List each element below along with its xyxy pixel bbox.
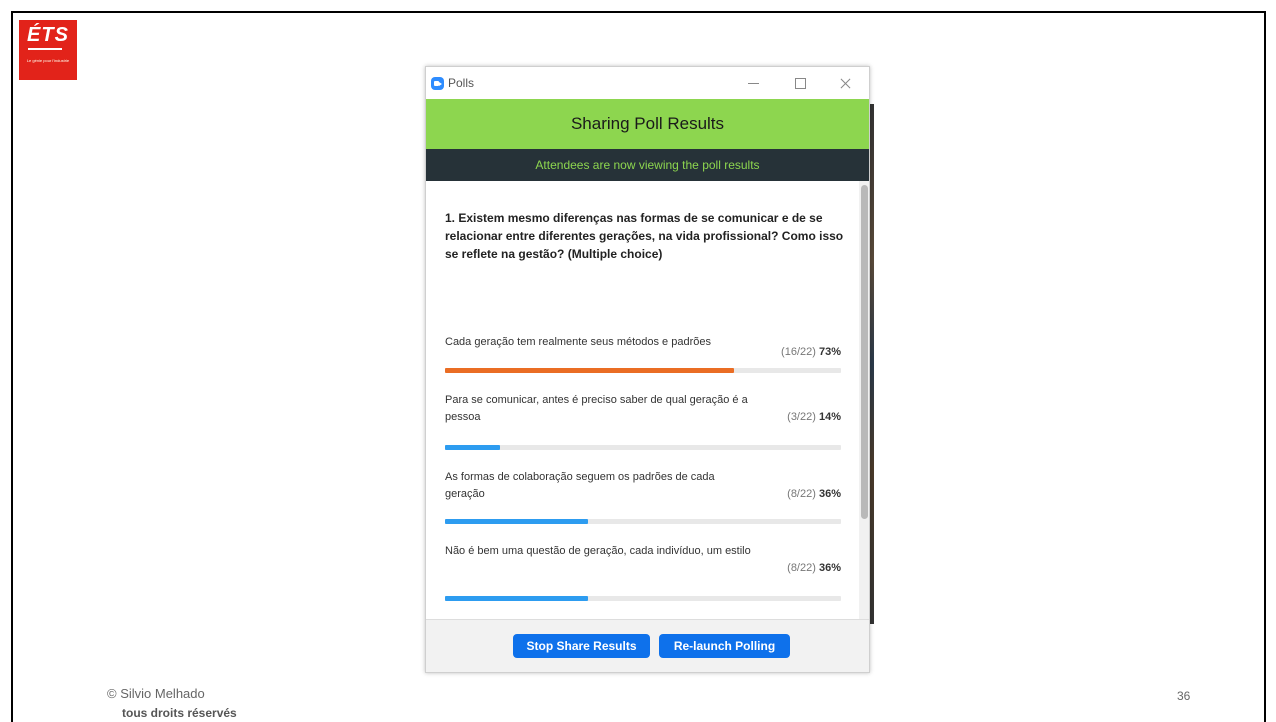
option-stat: (8/22) 36% xyxy=(787,488,841,500)
minimize-icon[interactable] xyxy=(743,73,765,93)
option-count: (3/22) xyxy=(787,411,816,423)
poll-status-banner: Attendees are now viewing the poll resul… xyxy=(426,149,869,181)
window-title: Polls xyxy=(448,76,475,90)
relaunch-polling-button[interactable]: Re-launch Polling xyxy=(659,634,790,658)
polls-window: Polls Sharing Poll Results Attendees are… xyxy=(425,66,870,673)
zoom-app-icon xyxy=(431,77,444,90)
option-percent: 73% xyxy=(818,346,841,358)
option-stat: (8/22) 36% xyxy=(787,562,841,574)
option-percent: 14% xyxy=(818,411,841,423)
option-count: (16/22) xyxy=(781,346,816,358)
option-label: As formas de colaboração seguem os padrõ… xyxy=(445,471,715,500)
poll-results-content: 1. Existem mesmo diferenças nas formas d… xyxy=(426,181,869,619)
poll-header: Sharing Poll Results xyxy=(426,99,869,149)
page-number: 36 xyxy=(1177,689,1191,703)
result-bar-fill xyxy=(445,445,501,450)
result-bar-track xyxy=(445,445,841,450)
rights-text: tous droits réservés xyxy=(122,706,237,720)
poll-question: 1. Existem mesmo diferenças nas formas d… xyxy=(445,211,844,261)
option-percent: 36% xyxy=(818,488,841,500)
result-bar-fill xyxy=(445,368,735,373)
copyright-text: © Silvio Melhado xyxy=(107,686,205,701)
result-bar-track xyxy=(445,596,841,601)
stop-share-results-button[interactable]: Stop Share Results xyxy=(513,634,650,658)
slide-border-top xyxy=(11,11,1265,13)
logo-text: ÉTS xyxy=(27,24,69,46)
result-bar-fill xyxy=(445,596,588,601)
option-stat: (3/22) 14% xyxy=(787,411,841,423)
presentation-slide: ÉTS Le génie pour l'industrie Polls Shar… xyxy=(0,0,1276,722)
result-bar-track xyxy=(445,519,841,524)
close-icon[interactable] xyxy=(835,73,857,93)
ets-logo: ÉTS Le génie pour l'industrie xyxy=(19,20,77,80)
result-bar-fill xyxy=(445,519,588,524)
option-percent: 36% xyxy=(818,562,841,574)
slide-border-left xyxy=(11,11,13,722)
slide-border-right xyxy=(1264,11,1266,722)
option-label: Para se comunicar, antes é preciso saber… xyxy=(445,394,748,423)
scrollbar-thumb[interactable] xyxy=(861,185,868,519)
poll-status-text: Attendees are now viewing the poll resul… xyxy=(535,158,760,172)
logo-tagline: Le génie pour l'industrie xyxy=(26,58,70,63)
option-stat: (16/22) 73% xyxy=(781,346,841,358)
option-count: (8/22) xyxy=(787,562,816,574)
poll-actions-bar: Stop Share Results Re-launch Polling xyxy=(426,619,869,672)
option-label: Cada geração tem realmente seus métodos … xyxy=(445,336,711,348)
option-label: Não é bem uma questão de geração, cada i… xyxy=(445,545,751,557)
option-count: (8/22) xyxy=(787,488,816,500)
maximize-icon[interactable] xyxy=(789,73,811,93)
poll-header-title: Sharing Poll Results xyxy=(570,114,725,133)
result-bar-track xyxy=(445,368,841,373)
window-titlebar[interactable]: Polls xyxy=(426,67,869,99)
logo-underline xyxy=(28,48,62,50)
